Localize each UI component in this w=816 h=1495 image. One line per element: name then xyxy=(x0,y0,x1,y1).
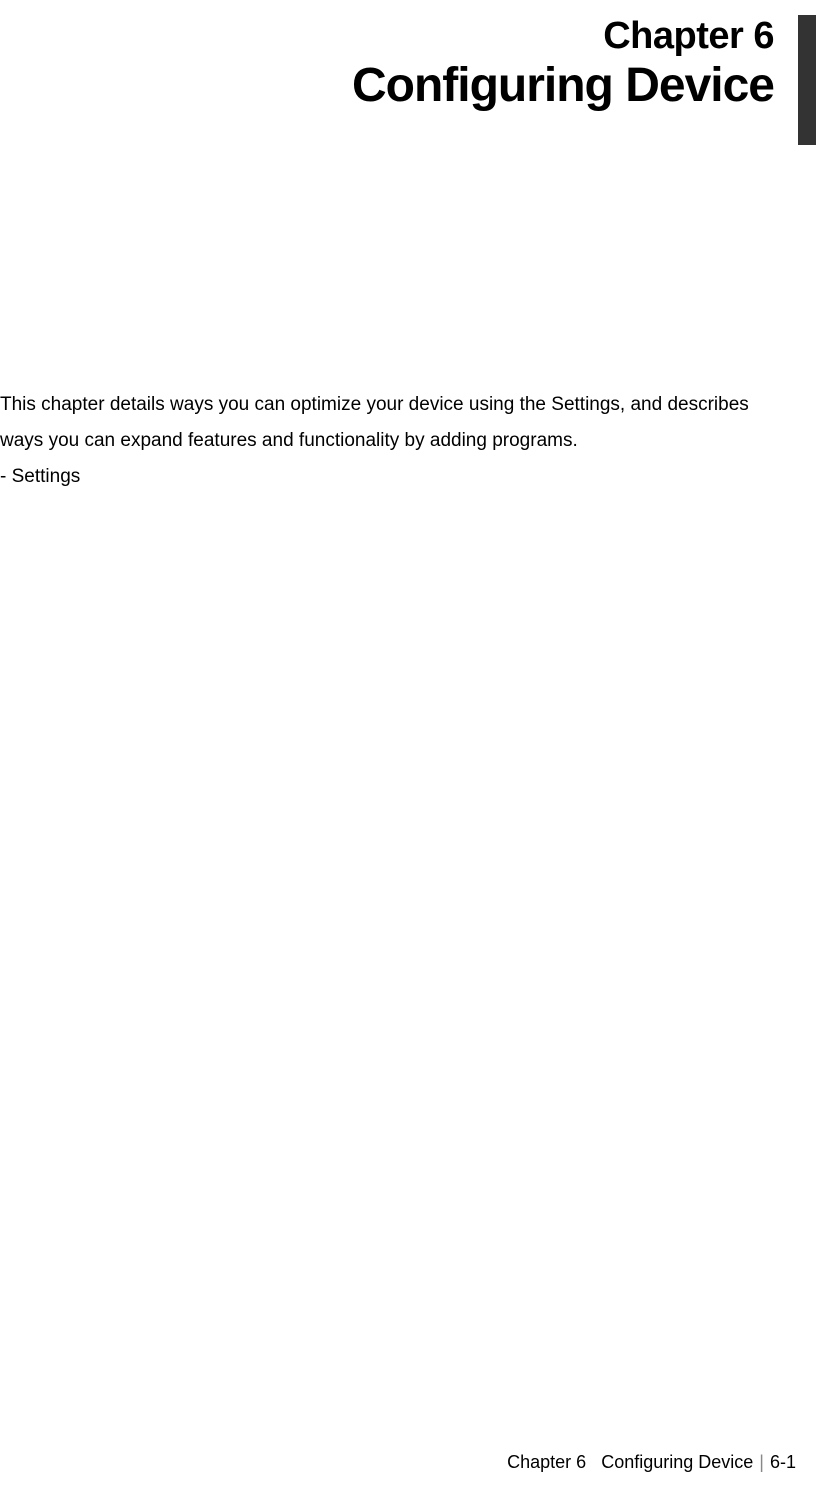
intro-paragraph: This chapter details ways you can optimi… xyxy=(0,387,774,459)
footer-separator: | xyxy=(759,1452,764,1472)
footer-page-number: 6-1 xyxy=(770,1452,796,1472)
bullet-settings: - Settings xyxy=(0,466,80,488)
page-footer: Chapter 6 Configuring Device | 6-1 xyxy=(507,1452,796,1473)
chapter-number: Chapter 6 xyxy=(603,15,774,58)
side-tab-marker xyxy=(798,15,816,145)
footer-chapter-ref: Chapter 6 xyxy=(507,1452,586,1472)
footer-title-ref: Configuring Device xyxy=(601,1452,753,1472)
chapter-title: Configuring Device xyxy=(352,58,774,113)
